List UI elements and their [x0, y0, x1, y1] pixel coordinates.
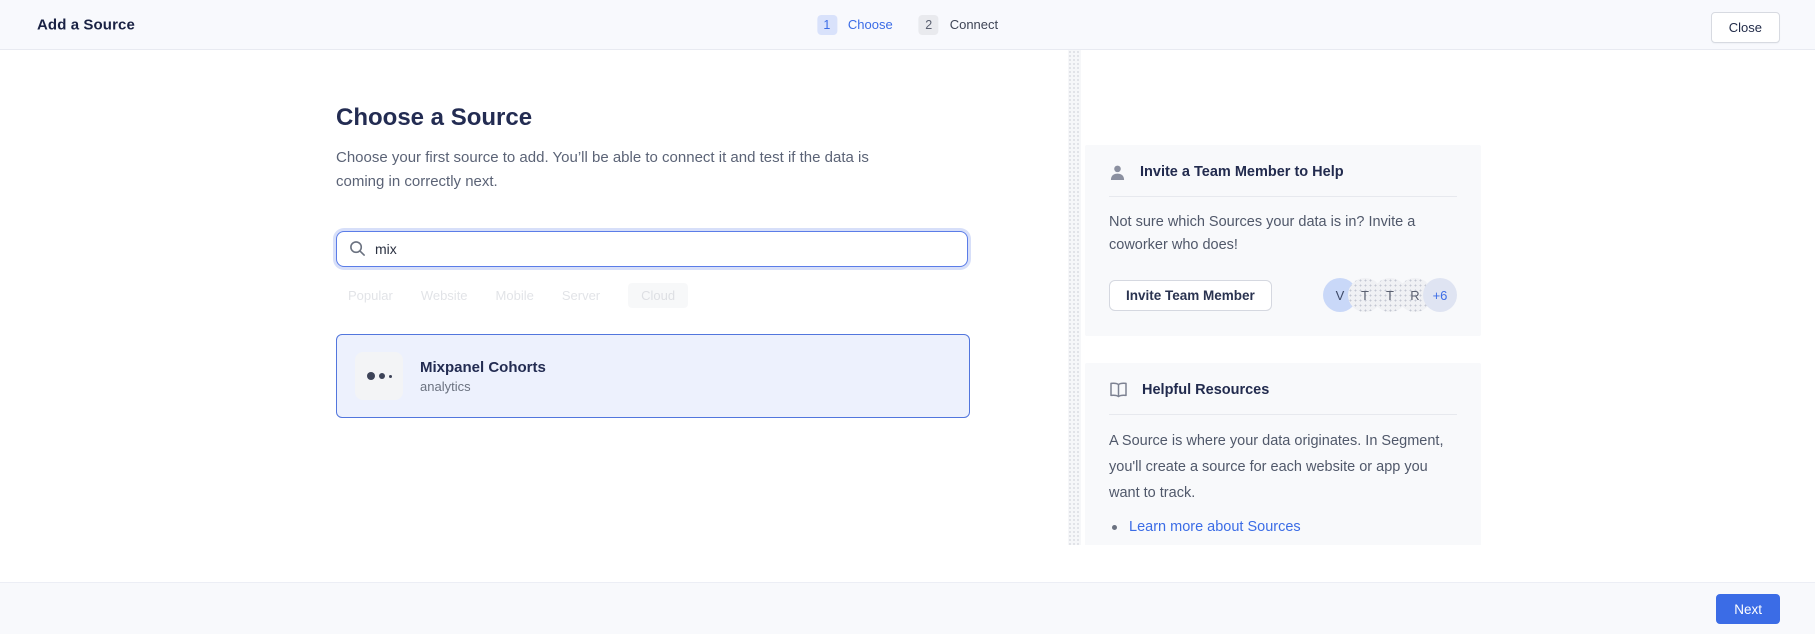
source-name: Mixpanel Cohorts	[420, 359, 546, 376]
footer-bar: Next	[0, 582, 1815, 634]
step-choose-label: Choose	[848, 17, 893, 32]
step-connect-number: 2	[919, 15, 939, 35]
sidebar: Invite a Team Member to Help Not sure wh…	[1085, 145, 1481, 545]
mixpanel-logo-icon	[355, 352, 403, 400]
step-connect-label: Connect	[950, 17, 998, 32]
invite-card-header: Invite a Team Member to Help	[1109, 159, 1457, 185]
search-box	[336, 231, 968, 267]
source-category: analytics	[420, 379, 546, 394]
invite-team-member-button[interactable]: Invite Team Member	[1109, 280, 1272, 311]
close-button[interactable]: Close	[1711, 12, 1780, 43]
section-description: Choose your first source to add. You’ll …	[336, 146, 976, 194]
stepper: 1 Choose 2 Connect	[817, 15, 998, 35]
avatar-group: V T T R +6	[1323, 278, 1457, 312]
page-title: Add a Source	[37, 16, 135, 33]
category-tabs: Popular Website Mobile Server Cloud	[336, 283, 976, 308]
resources-link-item: Learn more about Sources	[1109, 519, 1457, 535]
book-icon	[1109, 382, 1128, 398]
next-button[interactable]: Next	[1716, 594, 1780, 624]
invite-card-body: Not sure which Sources your data is in? …	[1109, 211, 1457, 257]
person-icon	[1109, 164, 1126, 181]
search-icon	[349, 240, 366, 257]
search-input[interactable]	[336, 231, 968, 267]
main-content: Choose a Source Choose your first source…	[336, 50, 976, 418]
vertical-scrollbar[interactable]	[1068, 50, 1081, 545]
invite-card-title: Invite a Team Member to Help	[1140, 164, 1344, 180]
source-meta: Mixpanel Cohorts analytics	[420, 359, 546, 394]
step-choose-number: 1	[817, 15, 837, 35]
tab-cloud[interactable]: Cloud	[628, 283, 688, 308]
avatar-overflow-count: +6	[1423, 278, 1457, 312]
add-source-modal: Add a Source 1 Choose 2 Connect Close Ch…	[0, 0, 1815, 634]
step-choose[interactable]: 1 Choose	[817, 15, 893, 35]
bullet-icon	[1112, 525, 1117, 530]
invite-actions-row: Invite Team Member V T T R +6	[1109, 278, 1457, 312]
top-bar: Add a Source 1 Choose 2 Connect Close	[0, 0, 1815, 50]
step-connect[interactable]: 2 Connect	[919, 15, 998, 35]
resources-card-header: Helpful Resources	[1109, 377, 1457, 403]
source-result-mixpanel-cohorts[interactable]: Mixpanel Cohorts analytics	[336, 334, 970, 418]
helpful-resources-card: Helpful Resources A Source is where your…	[1085, 363, 1481, 545]
section-heading: Choose a Source	[336, 104, 976, 132]
tab-website[interactable]: Website	[421, 283, 468, 308]
resources-card-title: Helpful Resources	[1142, 382, 1269, 398]
divider	[1109, 414, 1457, 415]
tab-server[interactable]: Server	[562, 283, 600, 308]
resources-card-body: A Source is where your data originates. …	[1109, 428, 1457, 506]
invite-team-card: Invite a Team Member to Help Not sure wh…	[1085, 145, 1481, 336]
learn-more-sources-link[interactable]: Learn more about Sources	[1129, 519, 1301, 535]
tab-popular[interactable]: Popular	[348, 283, 393, 308]
tab-mobile[interactable]: Mobile	[496, 283, 534, 308]
divider	[1109, 196, 1457, 197]
